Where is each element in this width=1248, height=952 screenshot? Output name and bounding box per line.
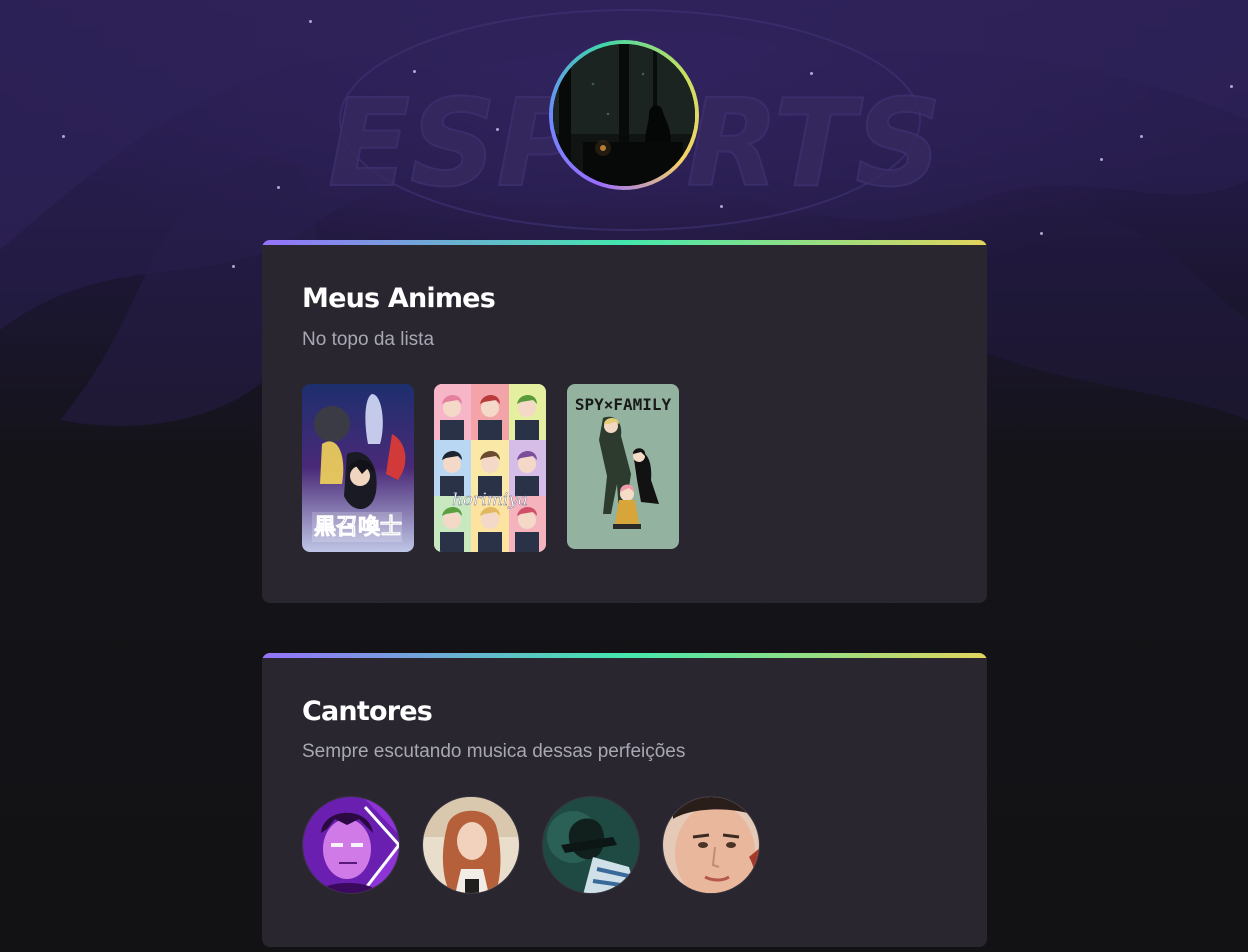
singer-2-avatar[interactable]: [422, 796, 520, 894]
animes-subtitle: No topo da lista: [302, 329, 435, 350]
spy-family-logo: SPY×FAMILY: [575, 395, 672, 414]
black-summoner-logo: 黒召喚士: [314, 514, 402, 540]
horimiya-poster[interactable]: horimiya: [434, 384, 546, 552]
singer-1-avatar[interactable]: [302, 796, 400, 894]
singers-card: Cantores Sempre escutando musica dessas …: [262, 653, 987, 947]
spy-family-poster[interactable]: SPY×FAMILY: [567, 384, 679, 549]
singers-subtitle: Sempre escutando musica dessas perfeiçõe…: [302, 741, 686, 762]
black-summoner-poster[interactable]: 黒召喚士: [302, 384, 414, 552]
singer-3-avatar[interactable]: [542, 796, 640, 894]
profile-photo: [553, 44, 695, 186]
card-gradient-bar: [262, 653, 987, 658]
singers-title: Cantores: [302, 696, 433, 727]
profile-avatar[interactable]: [549, 40, 699, 190]
animes-title: Meus Animes: [302, 283, 496, 314]
horimiya-logo: horimiya: [452, 490, 528, 510]
singer-4-avatar[interactable]: [662, 796, 760, 894]
animes-card: Meus Animes No topo da lista 黒召喚士 horimi…: [262, 240, 987, 603]
card-gradient-bar: [262, 240, 987, 245]
